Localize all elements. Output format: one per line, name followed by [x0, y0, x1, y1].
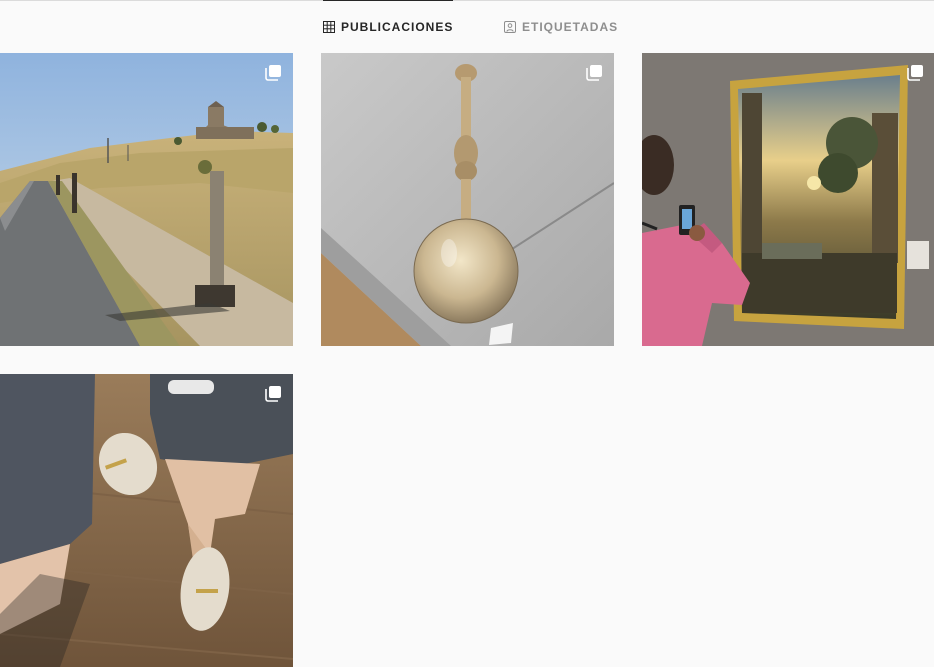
grid-icon: [323, 21, 335, 33]
lamp-photo: [321, 53, 614, 346]
tab-publicaciones[interactable]: PUBLICACIONES: [323, 0, 454, 53]
post-thumbnail-road[interactable]: [0, 53, 293, 346]
road-photo: [0, 53, 293, 346]
loafers-photo: [0, 374, 293, 667]
multiple-images-icon: [265, 385, 282, 402]
multiple-images-icon: [586, 64, 603, 81]
multiple-images-icon: [265, 64, 282, 81]
tab-publicaciones-label: PUBLICACIONES: [341, 20, 454, 34]
tab-etiquetadas[interactable]: ETIQUETADAS: [504, 0, 618, 53]
tagged-user-icon: [504, 20, 516, 33]
post-thumbnail-lamp[interactable]: [321, 53, 614, 346]
multiple-images-icon: [907, 64, 924, 81]
post-thumbnail-loafers[interactable]: [0, 374, 293, 667]
tab-etiquetadas-label: ETIQUETADAS: [522, 19, 619, 34]
profile-tabs: PUBLICACIONES ETIQUETADAS: [0, 0, 934, 53]
museum-photo: [642, 53, 934, 346]
post-thumbnail-museum[interactable]: [642, 53, 934, 346]
